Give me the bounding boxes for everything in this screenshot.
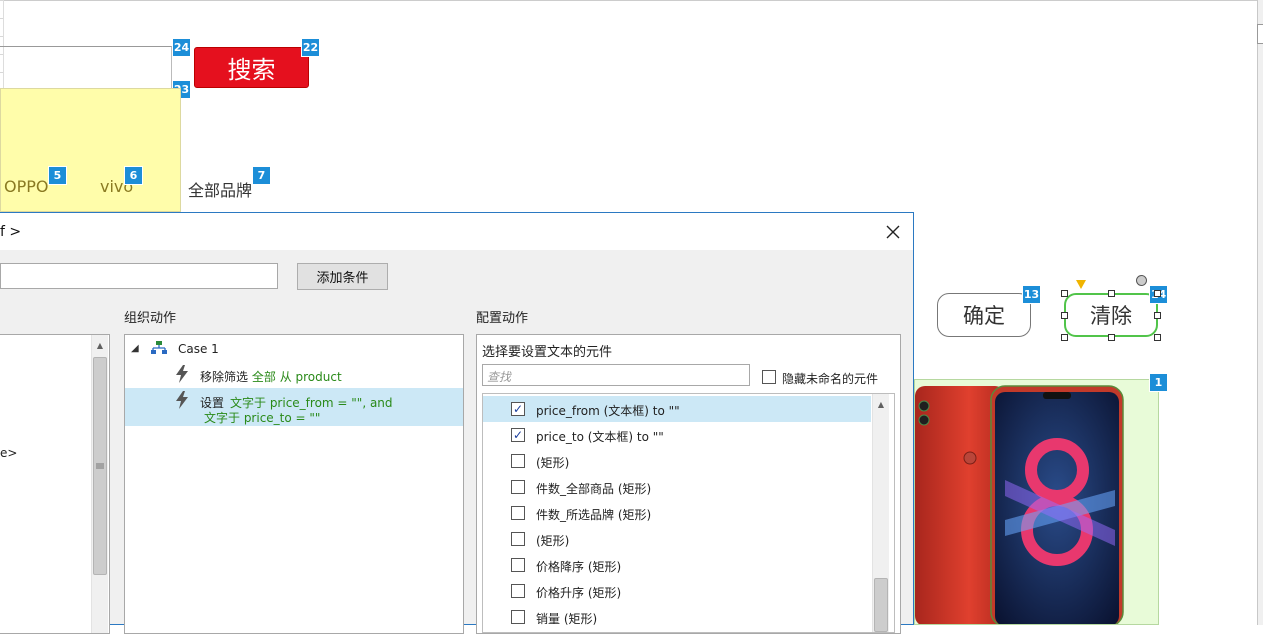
case-editor-dialog: f > 添加条件 组织动作 配置动作 e> ▲ ◢ Case 1 移除筛选 全部… [0, 212, 914, 634]
widget-row-label: 价格降序 (矩形) [536, 560, 622, 574]
configure-actions-label: 配置动作 [476, 311, 529, 326]
resize-handle-w[interactable] [1061, 312, 1068, 319]
widget-row[interactable]: 价格降序 (矩形) [483, 552, 871, 578]
resize-handle-sw[interactable] [1061, 334, 1068, 341]
add-condition-button[interactable]: 添加条件 [297, 263, 388, 290]
widget-badge-22: 22 [301, 38, 320, 57]
scroll-up-icon[interactable]: ▲ [873, 396, 889, 413]
action-arg: 从 product [279, 370, 342, 384]
widget-checkbox[interactable] [511, 558, 525, 572]
widget-checkbox[interactable] [511, 454, 525, 468]
resize-handle-ne[interactable] [1154, 290, 1161, 297]
resize-handle-se[interactable] [1154, 334, 1161, 341]
widget-row-label: price_from (文本框) to "" [536, 404, 680, 418]
scroll-up-icon[interactable]: ▲ [92, 337, 108, 354]
widget-checkbox[interactable] [511, 480, 525, 494]
dialog-titlebar[interactable]: f > [0, 213, 913, 250]
widget-badge-7: 7 [252, 166, 271, 185]
scroll-thumb[interactable] [93, 357, 107, 575]
widget-row[interactable]: ✓ price_to (文本框) to "" [483, 422, 871, 448]
close-icon [886, 225, 900, 239]
brand-oppo[interactable]: OPPO [4, 177, 48, 196]
widget-badge-5: 5 [48, 166, 67, 185]
organize-actions-tree[interactable]: ◢ Case 1 移除筛选 全部 从 product 设置 文字于 price_… [124, 334, 464, 634]
widget-row-label: 件数_全部商品 (矩形) [536, 482, 652, 496]
widget-row-label: (矩形) [536, 534, 570, 548]
widget-checkbox[interactable] [511, 506, 525, 520]
widget-badge-1: 1 [1149, 373, 1168, 392]
widget-list-scrollbar[interactable]: ▲ [872, 394, 889, 632]
widget-row[interactable]: 价格升序 (矩形) [483, 578, 871, 604]
rotate-handle[interactable] [1136, 275, 1147, 286]
resize-handle-n[interactable] [1108, 290, 1115, 297]
widget-row-label: 件数_所选品牌 (矩形) [536, 508, 652, 522]
widget-row[interactable]: (矩形) [483, 448, 871, 474]
config-heading: 选择要设置文本的元件 [482, 345, 613, 360]
scroll-thumb[interactable] [874, 578, 888, 632]
widget-row-label: 销量 (矩形) [536, 612, 598, 626]
lightning-icon [176, 365, 188, 383]
widget-badge-24: 24 [172, 38, 191, 57]
configure-actions-panel: 选择要设置文本的元件 查找 隐藏未命名的元件 ✓ price_from (文本框… [476, 334, 901, 634]
action-item-set-text[interactable]: 设置 文字于 price_from = "", and 文字于 price_to… [125, 388, 463, 426]
search-textbox-widget[interactable] [0, 46, 172, 88]
resize-handle-nw[interactable] [1061, 290, 1068, 297]
find-widget-input[interactable]: 查找 [482, 364, 750, 386]
resize-handle-s[interactable] [1108, 334, 1115, 341]
action-item-remove-filter[interactable]: 移除筛选 全部 从 product [125, 362, 463, 388]
widget-row[interactable]: 件数_所选品牌 (矩形) [483, 500, 871, 526]
widget-checkbox[interactable]: ✓ [511, 428, 525, 442]
resize-handle-e[interactable] [1154, 312, 1161, 319]
widget-row[interactable]: (矩形) [483, 526, 871, 552]
list-item[interactable]: e> [0, 446, 17, 460]
case-icon [151, 341, 167, 354]
left-list-scrollbar[interactable]: ▲ [91, 335, 108, 633]
action-arg: 全部 [251, 370, 276, 384]
widget-checkbox[interactable] [511, 532, 525, 546]
confirm-button-widget[interactable]: 确定 [937, 293, 1031, 337]
collapse-triangle-icon[interactable]: ◢ [131, 343, 139, 354]
add-actions-list[interactable]: e> ▲ [0, 334, 110, 634]
widget-row-label: (矩形) [536, 456, 570, 470]
action-verb: 移除筛选 [200, 370, 249, 384]
panel-collapse-handle[interactable] [1257, 24, 1263, 44]
close-button[interactable] [880, 219, 906, 245]
canvas-right-edge [1257, 0, 1263, 625]
widget-row[interactable]: 销量 (矩形) [483, 604, 871, 630]
widget-badge-6: 6 [124, 166, 143, 185]
clear-button-widget[interactable]: 清除 [1064, 293, 1158, 337]
brand-all[interactable]: 全部品牌 [188, 177, 252, 201]
search-button-widget[interactable]: 搜索 [194, 47, 309, 88]
widget-checkbox[interactable] [511, 610, 525, 624]
widget-checkbox[interactable]: ✓ [511, 402, 525, 416]
widget-badge-13: 13 [1022, 285, 1041, 304]
corner-radius-handle[interactable] [1076, 280, 1086, 289]
hide-unnamed-label[interactable]: 隐藏未命名的元件 [782, 370, 878, 387]
widget-row[interactable]: ✓ price_from (文本框) to "" [483, 396, 871, 422]
widget-row-label: 价格升序 (矩形) [536, 586, 622, 600]
organize-actions-label: 组织动作 [124, 311, 177, 326]
widget-checkbox[interactable] [511, 584, 525, 598]
widget-list[interactable]: ✓ price_from (文本框) to "" ✓ price_to (文本框… [482, 393, 895, 633]
action-arg-line2: 文字于 price_to = "" [204, 411, 321, 425]
dialog-title: f > [0, 224, 22, 240]
phone-image [915, 385, 1124, 624]
widget-row[interactable]: 件数_全部商品 (矩形) [483, 474, 871, 500]
product-panel[interactable] [914, 379, 1159, 625]
condition-input[interactable] [0, 263, 278, 289]
widget-row-label: price_to (文本框) to "" [536, 430, 664, 444]
grip-icon [96, 463, 104, 469]
lightning-icon [176, 391, 188, 409]
case-label[interactable]: Case 1 [178, 342, 219, 356]
hide-unnamed-checkbox[interactable] [762, 370, 776, 384]
